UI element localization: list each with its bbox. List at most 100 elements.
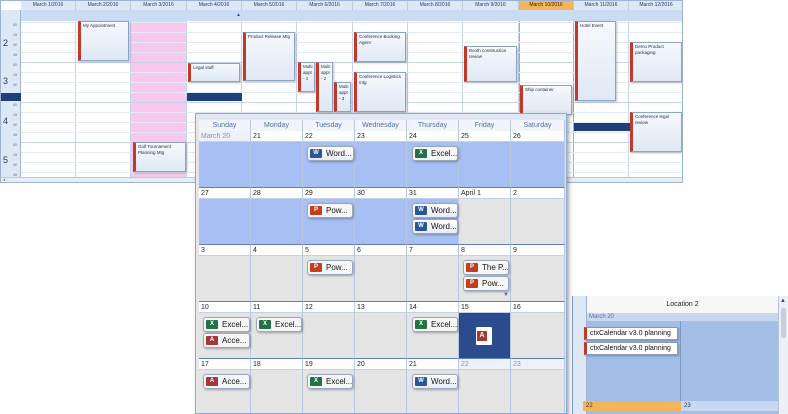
resource-footer-date[interactable]: 23 — [681, 401, 779, 411]
appointment[interactable]: Conference legal review — [630, 112, 682, 152]
day-cell-selected[interactable]: 15 A — [459, 302, 511, 359]
day-header[interactable]: March 4/2016 — [187, 1, 242, 10]
appointment-chip[interactable]: P The P... — [463, 260, 509, 275]
excel-icon: X — [206, 320, 218, 329]
day-number: 16 — [511, 302, 564, 313]
day-cell[interactable]: 9 — [511, 245, 565, 302]
day-header[interactable]: March 8/2016 — [408, 1, 463, 10]
appointment-chip[interactable]: X Excel... — [307, 374, 353, 389]
day-number: 24 — [407, 131, 458, 142]
appointment-chip[interactable]: W Word... — [412, 203, 458, 218]
day-cell[interactable]: March 20 — [199, 131, 251, 188]
day-column[interactable] — [21, 21, 76, 180]
appointment-chip[interactable]: P Pow... — [307, 260, 353, 275]
chip-label: Pow... — [482, 279, 504, 288]
day-cell[interactable]: 25 — [459, 131, 511, 188]
appointment[interactable]: Booth construction review — [464, 46, 517, 82]
chip-label: Pow... — [326, 206, 348, 215]
day-cell[interactable]: 26 — [511, 131, 565, 188]
appointment-chip[interactable]: P Pow... — [463, 276, 509, 291]
excel-icon: X — [415, 320, 427, 329]
day-cell[interactable]: 4 — [251, 245, 303, 302]
month-view: Sunday Monday Tuesday Wednesday Thursday… — [195, 113, 567, 414]
day-header[interactable]: March 9/2016 — [463, 1, 519, 10]
appointment[interactable]: Multi appt - 2 — [316, 62, 333, 112]
appointment[interactable]: Product Release Mtg — [243, 32, 295, 81]
day-cell[interactable]: 22 — [459, 359, 511, 413]
appointment-chip[interactable]: X Excel... — [256, 317, 302, 332]
appointment-chip[interactable]: A Acce... — [203, 374, 250, 389]
minute-label: 15 — [13, 33, 17, 37]
chip-label: Word... — [431, 206, 457, 215]
appointment[interactable]: Multi appt - 3 — [334, 82, 351, 112]
day-number: 9 — [511, 245, 564, 256]
day-cell[interactable]: 27 — [199, 188, 251, 245]
appointment[interactable]: Multi appt - 1 — [298, 62, 315, 92]
day-cell[interactable]: 12 — [303, 302, 355, 359]
day-cell[interactable]: 6 — [355, 245, 407, 302]
day-header[interactable]: March 1/2016 — [21, 1, 76, 10]
day-number: 27 — [199, 188, 250, 199]
resource-appointment[interactable]: ctxCalendar v3.0 planning — [584, 327, 678, 340]
day-cell[interactable]: 16 — [511, 302, 565, 359]
day-header[interactable]: March 5/2016 — [242, 1, 297, 10]
day-cell[interactable]: 18 — [251, 359, 303, 413]
expand-arrow-icon[interactable]: ▲ — [236, 12, 241, 18]
day-number: March 20 — [199, 131, 250, 142]
appointment[interactable]: Ship container — [520, 85, 572, 115]
day-cell[interactable]: 13 — [355, 302, 407, 359]
day-cell[interactable]: 3 — [199, 245, 251, 302]
scroll-up-icon[interactable]: ▲ — [780, 298, 786, 304]
appointment-chip[interactable]: X Excel... — [412, 146, 458, 161]
appointment-chip[interactable]: A Acce... — [203, 333, 250, 348]
day-header[interactable]: March 3/2016 — [131, 1, 187, 10]
appointment-chip[interactable]: X Excel... — [203, 317, 250, 332]
resource-footer-date[interactable]: 22 — [583, 401, 681, 411]
appointment[interactable]: Conference Logistics mtg — [354, 72, 406, 112]
appointment-chip[interactable]: W Word... — [412, 219, 458, 234]
day-number: 22 — [303, 131, 354, 142]
minute-label: 00 — [13, 143, 17, 147]
appointment[interactable]: Legal stuff — [188, 63, 240, 82]
resource-day-column[interactable] — [681, 321, 779, 401]
day-number: 30 — [355, 188, 406, 199]
vertical-scrollbar[interactable]: ▲ — [778, 296, 788, 414]
day-header[interactable]: March 12/2016 — [629, 1, 682, 10]
day-header-today[interactable]: March 10/2016 — [519, 1, 574, 10]
day-cell[interactable]: 7 — [407, 245, 459, 302]
appointment-chip[interactable]: X Excel... — [412, 317, 458, 332]
day-header[interactable]: March 2/2016 — [76, 1, 131, 10]
more-items-arrow-icon[interactable]: ▼ — [503, 292, 509, 298]
appointment-chip[interactable]: W Word... — [412, 374, 458, 389]
day-number: 14 — [407, 302, 458, 313]
day-cell[interactable]: 21 — [251, 131, 303, 188]
scroll-left-icon[interactable]: ◂ — [3, 178, 9, 182]
all-day-band[interactable] — [21, 10, 682, 21]
day-cell[interactable]: 23 — [355, 131, 407, 188]
day-cell[interactable]: 28 — [251, 188, 303, 245]
appointment[interactable]: Golf Tournament Planning Mtg — [133, 142, 186, 172]
appointment[interactable]: Hotel Event — [575, 21, 616, 101]
day-cell[interactable]: 30 — [355, 188, 407, 245]
scrollbar-thumb[interactable] — [781, 308, 786, 338]
chip-label: Acce... — [222, 336, 247, 345]
appointment[interactable]: Conference Booking Agent — [354, 32, 406, 62]
day-header[interactable]: March 7/2016 — [353, 1, 408, 10]
powerpoint-icon: P — [310, 206, 322, 215]
appointment[interactable]: My Appointment — [78, 21, 129, 61]
appointment[interactable]: Demo Product packaging — [630, 42, 682, 82]
day-cell[interactable]: 20 — [355, 359, 407, 413]
day-cell[interactable]: April 1 — [459, 188, 511, 245]
resource-date-label: March 20 — [587, 313, 681, 321]
day-header[interactable]: March 6/2016 — [297, 1, 353, 10]
minute-label: 30 — [13, 83, 17, 87]
day-cell[interactable]: 2 — [511, 188, 565, 245]
day-cell[interactable]: 23 — [511, 359, 565, 413]
appointment-chip[interactable]: W Word... — [307, 146, 354, 161]
day-number: 23 — [355, 131, 406, 142]
minute-label: 30 — [13, 123, 17, 127]
resource-appointment[interactable]: ctxCalendar v3.0 planning — [584, 342, 678, 355]
day-header[interactable]: March 11/2016 — [574, 1, 629, 10]
day-number: 22 — [459, 359, 510, 370]
appointment-chip[interactable]: P Pow... — [307, 203, 353, 218]
